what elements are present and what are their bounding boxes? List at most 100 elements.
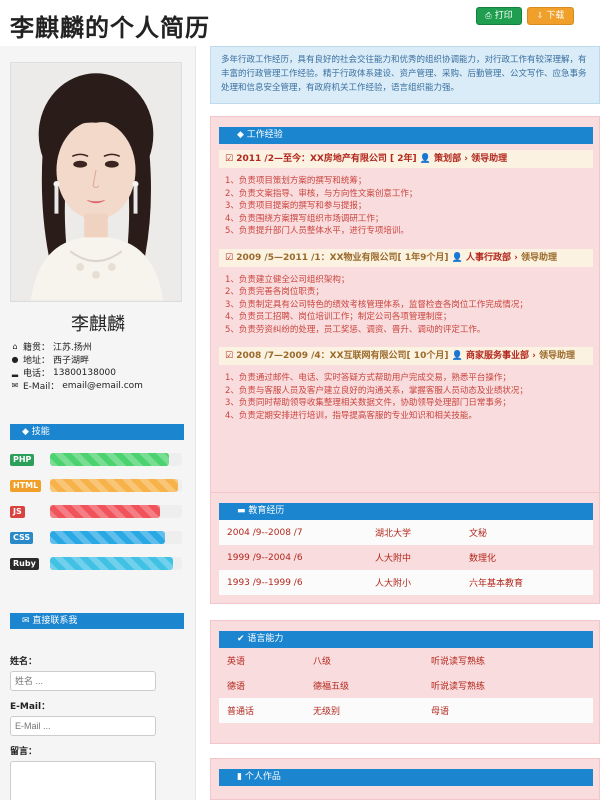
envelope-icon: ✉ xyxy=(22,616,30,626)
lang-skill: 听说读写熟练 xyxy=(431,657,486,667)
signal-icon: ▂ xyxy=(11,368,19,377)
skills-list: PHP HTML JS CSS Ruby xyxy=(10,450,186,580)
duty-item: 4、负责围绕方案撰写组织市场调研工作； xyxy=(225,213,384,224)
works-heading: 个人作品 xyxy=(244,772,281,782)
duty-list: 1、负责建立健全公司组织架构； 2、负责完善各岗位职责； 3、负责制定具有公司特… xyxy=(225,273,599,336)
skill-item: CSS xyxy=(10,528,186,554)
skill-fill xyxy=(50,557,173,570)
info-label: E-Mail： xyxy=(23,382,60,392)
print-icon: ⎙ xyxy=(485,11,492,20)
profile-name: 李麒麟 xyxy=(71,314,125,335)
lang-skill: 母语 xyxy=(431,707,450,717)
chevron-right-icon: › xyxy=(514,252,518,263)
name-input[interactable] xyxy=(10,671,156,691)
duty-list: 1、负责项目策划方案的撰写和统筹； 2、负责文案指导、审核，与方向性文案创意工作… xyxy=(225,174,599,237)
duty-list: 1、负责通过邮件、电话、实时答疑方式帮助用户完成交易，熟悉平台操作； 2、负责与… xyxy=(225,371,599,421)
edu-school: 湖北大学 xyxy=(375,529,412,539)
check-circle-icon: ✔ xyxy=(237,634,245,644)
skill-bar xyxy=(50,479,182,492)
edu-school: 人大附中 xyxy=(375,554,412,564)
skill-tag: JS xyxy=(10,506,25,518)
lang-level: 德福五级 xyxy=(313,682,350,692)
edu-major: 六年基本教育 xyxy=(469,579,524,589)
skill-fill xyxy=(50,479,179,492)
skill-bar xyxy=(50,557,182,570)
duty-item: 1、负责建立健全公司组织架构； xyxy=(225,274,350,285)
skill-item: Ruby xyxy=(10,554,186,580)
email-input[interactable] xyxy=(10,716,156,736)
education-row: 1999 /9--2004 /6 人大附中 数理化 xyxy=(219,545,593,570)
name-label: 姓名： xyxy=(10,657,38,667)
job-title: ☑ 2011 /2—至今：XX房地产有限公司 [ 2年] 👤 策划部 › 领导助… xyxy=(219,150,593,168)
email-label: E-Mail： xyxy=(10,702,51,712)
edu-major: 数理化 xyxy=(469,554,497,564)
download-label: 下载 xyxy=(546,11,565,21)
language-heading: 语言能力 xyxy=(247,634,284,644)
skill-tag: Ruby xyxy=(10,558,39,570)
info-label: 籍贯： xyxy=(23,343,51,353)
education-panel: ▬ 教育经历 2004 /9--2008 /7 湖北大学 文秘 1999 /9-… xyxy=(210,492,600,604)
duty-item: 1、负责项目策划方案的撰写和统筹； xyxy=(225,176,367,186)
job-title: ☑ 2009 /5—2011 /1：XX物业有限公司[ 1年9个月] 👤 人事行… xyxy=(219,248,593,267)
skills-header: ◆ 技能 xyxy=(10,424,184,440)
info-value: 13800138000 xyxy=(53,367,117,378)
job-dept: 人事行政部 xyxy=(465,252,511,263)
lang-skill: 听说读写熟练 xyxy=(431,682,486,692)
info-value: email@email.com xyxy=(62,380,143,391)
skill-bar xyxy=(50,505,182,518)
print-button[interactable]: ⎙ 打印 xyxy=(476,7,522,25)
job-role: 领导助理 xyxy=(520,252,557,263)
job-role: 领导助理 xyxy=(471,154,508,164)
download-button[interactable]: ⇩ 下载 xyxy=(527,7,574,25)
duty-item: 1、负责通过邮件、电话、实时答疑方式帮助用户完成交易，熟悉平台操作； xyxy=(225,373,511,383)
main-content: 多年行政工作经历，具有良好的社会交往能力和优秀的组织协调能力，对行政工作有较深理… xyxy=(210,46,600,800)
duty-item: 3、负责同时帮助领导收集整理相关数据文件，协助领导处理部门日常事务； xyxy=(225,398,511,408)
education-row: 1993 /9--1999 /6 人大附小 六年基本教育 xyxy=(219,570,593,595)
duty-item: 3、负责项目提案的撰写和参与提报； xyxy=(225,201,367,211)
download-icon: ⇩ xyxy=(536,11,544,20)
education-heading: 教育经历 xyxy=(248,506,285,516)
skill-bar xyxy=(50,453,182,466)
sidebar: 李麒麟 ⌂ 籍贯： 江苏.扬州 ● 地址： 西子湖畔 ▂ 电话： 1380013… xyxy=(0,46,196,800)
lang-level: 无级别 xyxy=(313,707,341,717)
tag-icon: ◆ xyxy=(237,130,244,140)
job-period: 2011 /2—至今：XX房地产有限公司 [ 2年] xyxy=(236,154,417,164)
message-textarea[interactable] xyxy=(10,761,156,800)
experience-panel: ◆ 工作经验 ☑ 2011 /2—至今：XX房地产有限公司 [ 2年] 👤 策划… xyxy=(210,116,600,524)
language-header: ✔ 语言能力 xyxy=(219,631,593,648)
contact-form: 姓名： E-Mail： 留言： xyxy=(10,646,186,800)
info-label: 电话： xyxy=(23,369,51,379)
folder-icon: ▬ xyxy=(237,506,246,516)
profile-info: ⌂ 籍贯： 江苏.扬州 ● 地址： 西子湖畔 ▂ 电话： 13800138000… xyxy=(10,340,190,392)
duty-item: 4、负责定期安排进行培训，指导提高客服的专业知识和相关技能。 xyxy=(225,410,477,421)
edu-school: 人大附小 xyxy=(375,579,412,589)
duty-item: 2、负责与客服人员及客户建立良好的沟通关系，掌握客服人员动态及业绩状况； xyxy=(225,385,528,396)
info-value: 西子湖畔 xyxy=(53,356,90,366)
edu-period: 1999 /9--2004 /6 xyxy=(227,552,303,563)
skill-tag: PHP xyxy=(10,454,35,466)
check-icon: ☑ xyxy=(225,154,234,164)
language-row: 英语 八级 听说读写熟练 xyxy=(219,648,593,673)
job-dept: 策划部 xyxy=(434,154,462,164)
contact-heading: 直接联系我 xyxy=(32,616,78,626)
experience-heading: 工作经验 xyxy=(246,130,283,140)
duty-item: 4、负责员工招聘、岗位培训工作；制定公司各项管理制度； xyxy=(225,312,452,322)
language-row: 普通话 无级别 母语 xyxy=(219,698,593,723)
info-address: ● 地址： 西子湖畔 xyxy=(10,353,190,366)
tag-icon: ◆ xyxy=(22,427,29,437)
home-icon: ⌂ xyxy=(12,342,18,351)
duty-item: 2、负责文案指导、审核，与方向性文案创意工作； xyxy=(225,188,418,199)
message-label: 留言： xyxy=(10,747,38,757)
chevron-right-icon: › xyxy=(464,154,468,164)
edu-period: 2004 /9--2008 /7 xyxy=(227,527,303,538)
language-panel: ✔ 语言能力 英语 八级 听说读写熟练 德语 德福五级 听说读写熟练 普通话 无… xyxy=(210,620,600,744)
lang-level: 八级 xyxy=(313,657,332,667)
lang-name: 德语 xyxy=(227,682,246,692)
profile-photo xyxy=(10,62,182,302)
envelope-icon: ✉ xyxy=(11,381,19,390)
education-row: 2004 /9--2008 /7 湖北大学 文秘 xyxy=(219,520,593,545)
skill-bar xyxy=(50,531,182,544)
duty-item: 5、负责劳资纠纷的处理，员工奖惩、调资、晋升、调动的评定工作。 xyxy=(225,324,486,335)
location-icon: ● xyxy=(11,355,19,364)
edu-period: 1993 /9--1999 /6 xyxy=(227,577,303,588)
